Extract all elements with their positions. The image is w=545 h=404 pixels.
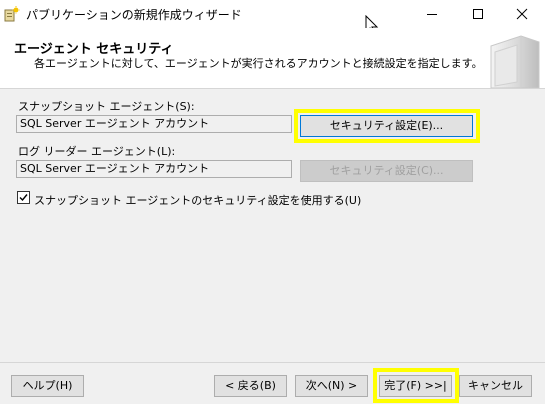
wizard-icon — [4, 6, 20, 22]
minimize-button[interactable] — [409, 0, 455, 28]
next-button[interactable]: 次へ(N) > — [295, 375, 368, 397]
cancel-button[interactable]: キャンセル — [459, 375, 532, 397]
finish-button[interactable]: 完了(F) >>| — [379, 375, 452, 397]
log-reader-agent-label: ログ リーダー エージェント(L): — [18, 145, 176, 158]
snapshot-security-settings-button[interactable]: セキュリティ設定(E)... — [300, 115, 473, 137]
snapshot-agent-label: スナップショット エージェント(S): — [18, 100, 195, 113]
maximize-icon — [473, 9, 483, 19]
close-button[interactable] — [499, 0, 545, 28]
snapshot-agent-account-field: SQL Server エージェント アカウント — [16, 115, 292, 133]
use-snapshot-security-label[interactable]: スナップショット エージェントのセキュリティ設定を使用する(U) — [34, 192, 361, 208]
footer-divider — [0, 362, 545, 363]
log-reader-agent-account-field: SQL Server エージェント アカウント — [16, 160, 292, 178]
server-graphic-icon — [490, 35, 540, 88]
close-icon — [516, 8, 528, 20]
log-reader-security-settings-button[interactable]: セキュリティ設定(C)... — [300, 160, 473, 182]
checkmark-icon — [19, 194, 28, 202]
wizard-header: エージェント セキュリティ 各エージェントに対して、エージェントが実行されるアカ… — [0, 28, 545, 89]
back-button[interactable]: < 戻る(B) — [214, 375, 287, 397]
title-bar: パブリケーションの新規作成ウィザード — [0, 0, 545, 28]
use-snapshot-security-checkbox[interactable] — [17, 191, 30, 204]
help-button[interactable]: ヘルプ(H) — [11, 375, 84, 397]
maximize-button[interactable] — [455, 0, 501, 28]
minimize-icon — [427, 14, 437, 15]
window-title: パブリケーションの新規作成ウィザード — [26, 8, 242, 22]
page-description: 各エージェントに対して、エージェントが実行されるアカウントと接続設定を指定します… — [34, 57, 483, 70]
